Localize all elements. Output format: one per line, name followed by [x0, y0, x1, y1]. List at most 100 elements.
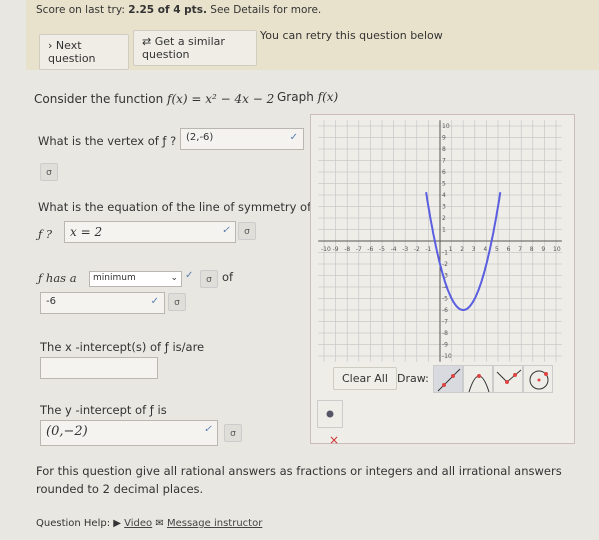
y-tick-label: 6 — [442, 169, 446, 176]
clear-all-button[interactable]: Clear All — [333, 367, 397, 390]
x-tick-label: -5 — [379, 246, 385, 253]
score-text: Score on last try: 2.25 of 4 pts. See De… — [36, 4, 321, 16]
check-icon: ✓ — [289, 132, 298, 143]
similar-question-button[interactable]: ⇄ Get a similar question — [133, 30, 257, 66]
check-icon: ✓ — [203, 424, 212, 435]
y-tick-label: 3 — [442, 204, 446, 211]
x-tick-label: 8 — [530, 246, 534, 253]
math-keyboard-icon[interactable]: σ — [168, 293, 186, 311]
score-value: 2.25 of 4 pts. — [128, 4, 207, 16]
x-tick-label: -2 — [414, 246, 420, 253]
y-tick-label: -2 — [442, 261, 448, 268]
retry-icon: ⇄ — [142, 35, 152, 48]
help-label: Question Help: — [36, 518, 111, 529]
check-icon: ✓ — [221, 225, 230, 236]
symmetry-question-f: ƒ ? — [38, 227, 53, 241]
function-expression: f(x) = x² − 4x − 2 — [167, 92, 275, 106]
x-tick-label: 4 — [483, 246, 487, 253]
video-icon: ▶ — [113, 518, 121, 529]
x-tick-label: -7 — [356, 246, 362, 253]
absolute-value-tool-icon[interactable] — [493, 365, 523, 393]
x-tick-label: -1 — [425, 246, 431, 253]
math-keyboard-icon[interactable]: σ — [238, 222, 256, 240]
y-tick-label: -9 — [442, 342, 448, 349]
vertex-question: What is the vertex of ƒ ? — [38, 134, 177, 148]
x-tick-label: 3 — [472, 246, 476, 253]
of-text: of — [222, 270, 234, 284]
x-tick-label: -8 — [344, 246, 350, 253]
intro-text: Consider the function — [34, 92, 164, 106]
question-intro: Consider the function f(x) = x² − 4x − 2 — [34, 92, 274, 106]
score-suffix: See Details for more. — [206, 4, 322, 16]
vertex-value: (2,-6) — [186, 132, 214, 143]
y-intercept-question: The y -intercept of ƒ is — [40, 403, 167, 417]
y-tick-label: -5 — [442, 296, 448, 303]
x-tick-label: -10 — [321, 246, 331, 253]
retry-text: You can retry this question below — [260, 29, 443, 42]
x-tick-label: 2 — [460, 246, 464, 253]
graph-label-text: Graph — [277, 90, 314, 104]
check-icon: ✓ — [150, 296, 159, 307]
x-tick-label: -3 — [402, 246, 408, 253]
chevron-down-icon: ⌄ — [170, 273, 178, 283]
symmetry-question: What is the equation of the line of symm… — [38, 200, 312, 214]
y-tick-label: 1 — [442, 227, 446, 234]
graph-label: Graph f(x) — [277, 90, 338, 104]
x-tick-label: 10 — [553, 246, 561, 253]
extremum-value-input[interactable]: -6 ✓ — [40, 292, 165, 314]
x-tick-label: 9 — [541, 246, 545, 253]
video-label: Video — [124, 518, 153, 529]
y-tick-label: 4 — [442, 192, 446, 199]
y-intercept-input[interactable]: (0,−2) ✓ — [40, 420, 218, 446]
y-tick-label: 7 — [442, 158, 446, 165]
extremum-text: ƒ has a — [38, 271, 77, 285]
math-keyboard-icon[interactable]: σ — [200, 270, 218, 288]
y-tick-label: 10 — [442, 123, 450, 130]
y-tick-label: -7 — [442, 319, 448, 326]
video-link[interactable]: ▶ Video — [113, 518, 152, 529]
y-tick-label: 8 — [442, 146, 446, 153]
circle-tool-icon[interactable] — [523, 365, 553, 393]
symmetry-value: x = 2 — [70, 225, 103, 239]
math-keyboard-icon[interactable]: σ — [224, 424, 242, 442]
y-intercept-value: (0,−2) — [46, 424, 88, 439]
point-tool-button[interactable] — [317, 400, 343, 428]
y-tick-label: -8 — [442, 330, 448, 337]
x-intercept-question: The x -intercept(s) of ƒ is/are — [40, 340, 205, 354]
draw-label: Draw: — [397, 372, 429, 385]
line-tool-icon[interactable] — [433, 365, 463, 393]
similar-label: Get a similar question — [142, 35, 225, 61]
vertex-input[interactable]: (2,-6) ✓ — [180, 128, 304, 150]
parabola-tool-icon[interactable] — [463, 365, 493, 393]
mail-icon: ✉ — [155, 518, 164, 529]
point-tool-icon — [326, 410, 334, 418]
x-intercept-input[interactable] — [40, 357, 158, 379]
x-tick-label: 5 — [495, 246, 499, 253]
question-help: Question Help: ▶ Video ✉ Message instruc… — [36, 518, 262, 529]
math-keyboard-icon[interactable]: σ — [40, 163, 58, 181]
delete-icon[interactable]: × — [329, 433, 339, 447]
graph-canvas[interactable]: -10-10-9-9-8-8-7-7-6-6-5-5-4-4-3-3-2-2-1… — [311, 115, 576, 365]
graph-panel: -10 -10 -9 -9 -8 -8 -7 -7 -6 -6 -5 -5 -4 -4 -3 -3 -2 -2 -1… — [310, 114, 576, 447]
extremum-select[interactable]: minimum ⌄ — [89, 271, 182, 287]
y-tick-label: 5 — [442, 181, 446, 188]
draw-tools — [433, 365, 553, 393]
message-label: Message instructor — [166, 518, 263, 529]
x-tick-label: 7 — [518, 246, 522, 253]
rounding-note: For this question give all rational answ… — [36, 464, 562, 496]
extremum-number: -6 — [46, 296, 56, 307]
y-tick-label: 9 — [442, 135, 446, 142]
y-tick-label: -1 — [442, 250, 448, 257]
next-question-button[interactable]: › Next question — [39, 34, 129, 70]
message-link[interactable]: ✉ Message instructor — [155, 518, 262, 529]
extremum-question: ƒ has a — [38, 271, 77, 285]
x-tick-label: 1 — [449, 246, 453, 253]
extremum-value: minimum — [93, 273, 136, 283]
score-prefix: Score on last try: — [36, 4, 129, 16]
x-tick-label: -9 — [333, 246, 339, 253]
symmetry-input[interactable]: x = 2 ✓ — [64, 221, 236, 243]
x-tick-label: -4 — [391, 246, 397, 253]
check-icon: ✓ — [185, 270, 194, 281]
y-tick-label: -10 — [442, 353, 452, 360]
graph-function: f(x) — [317, 90, 339, 104]
